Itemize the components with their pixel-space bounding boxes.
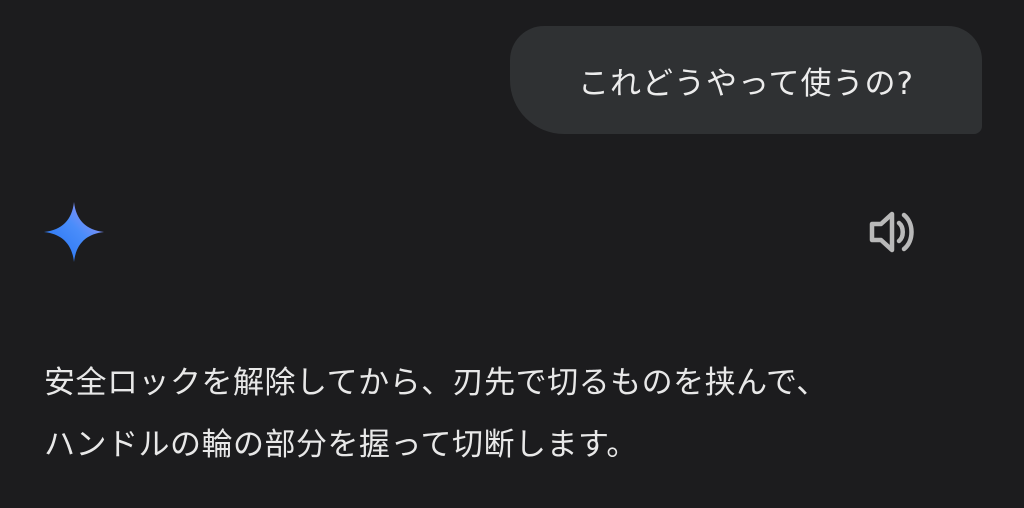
response-line-2: ハンドルの輪の部分を握って切断します。 [44, 427, 638, 463]
user-message-bubble: これどうやって使うの? [510, 26, 982, 134]
response-line-1: 安全ロックを解除してから、刃先で切るものを挟んで、 [44, 365, 828, 401]
gemini-sparkle-icon [42, 200, 106, 264]
chat-screen: これどうやって使うの? 安全ロックを解除してから、刃先で切るものを挟んで、 ハン… [0, 0, 1024, 508]
volume-icon [869, 211, 914, 253]
read-aloud-button[interactable] [862, 204, 922, 260]
user-message-text: これどうやって使うの? [578, 65, 914, 102]
assistant-response: 安全ロックを解除してから、刃先で切るものを挟んで、 ハンドルの輪の部分を握って切… [44, 352, 994, 476]
